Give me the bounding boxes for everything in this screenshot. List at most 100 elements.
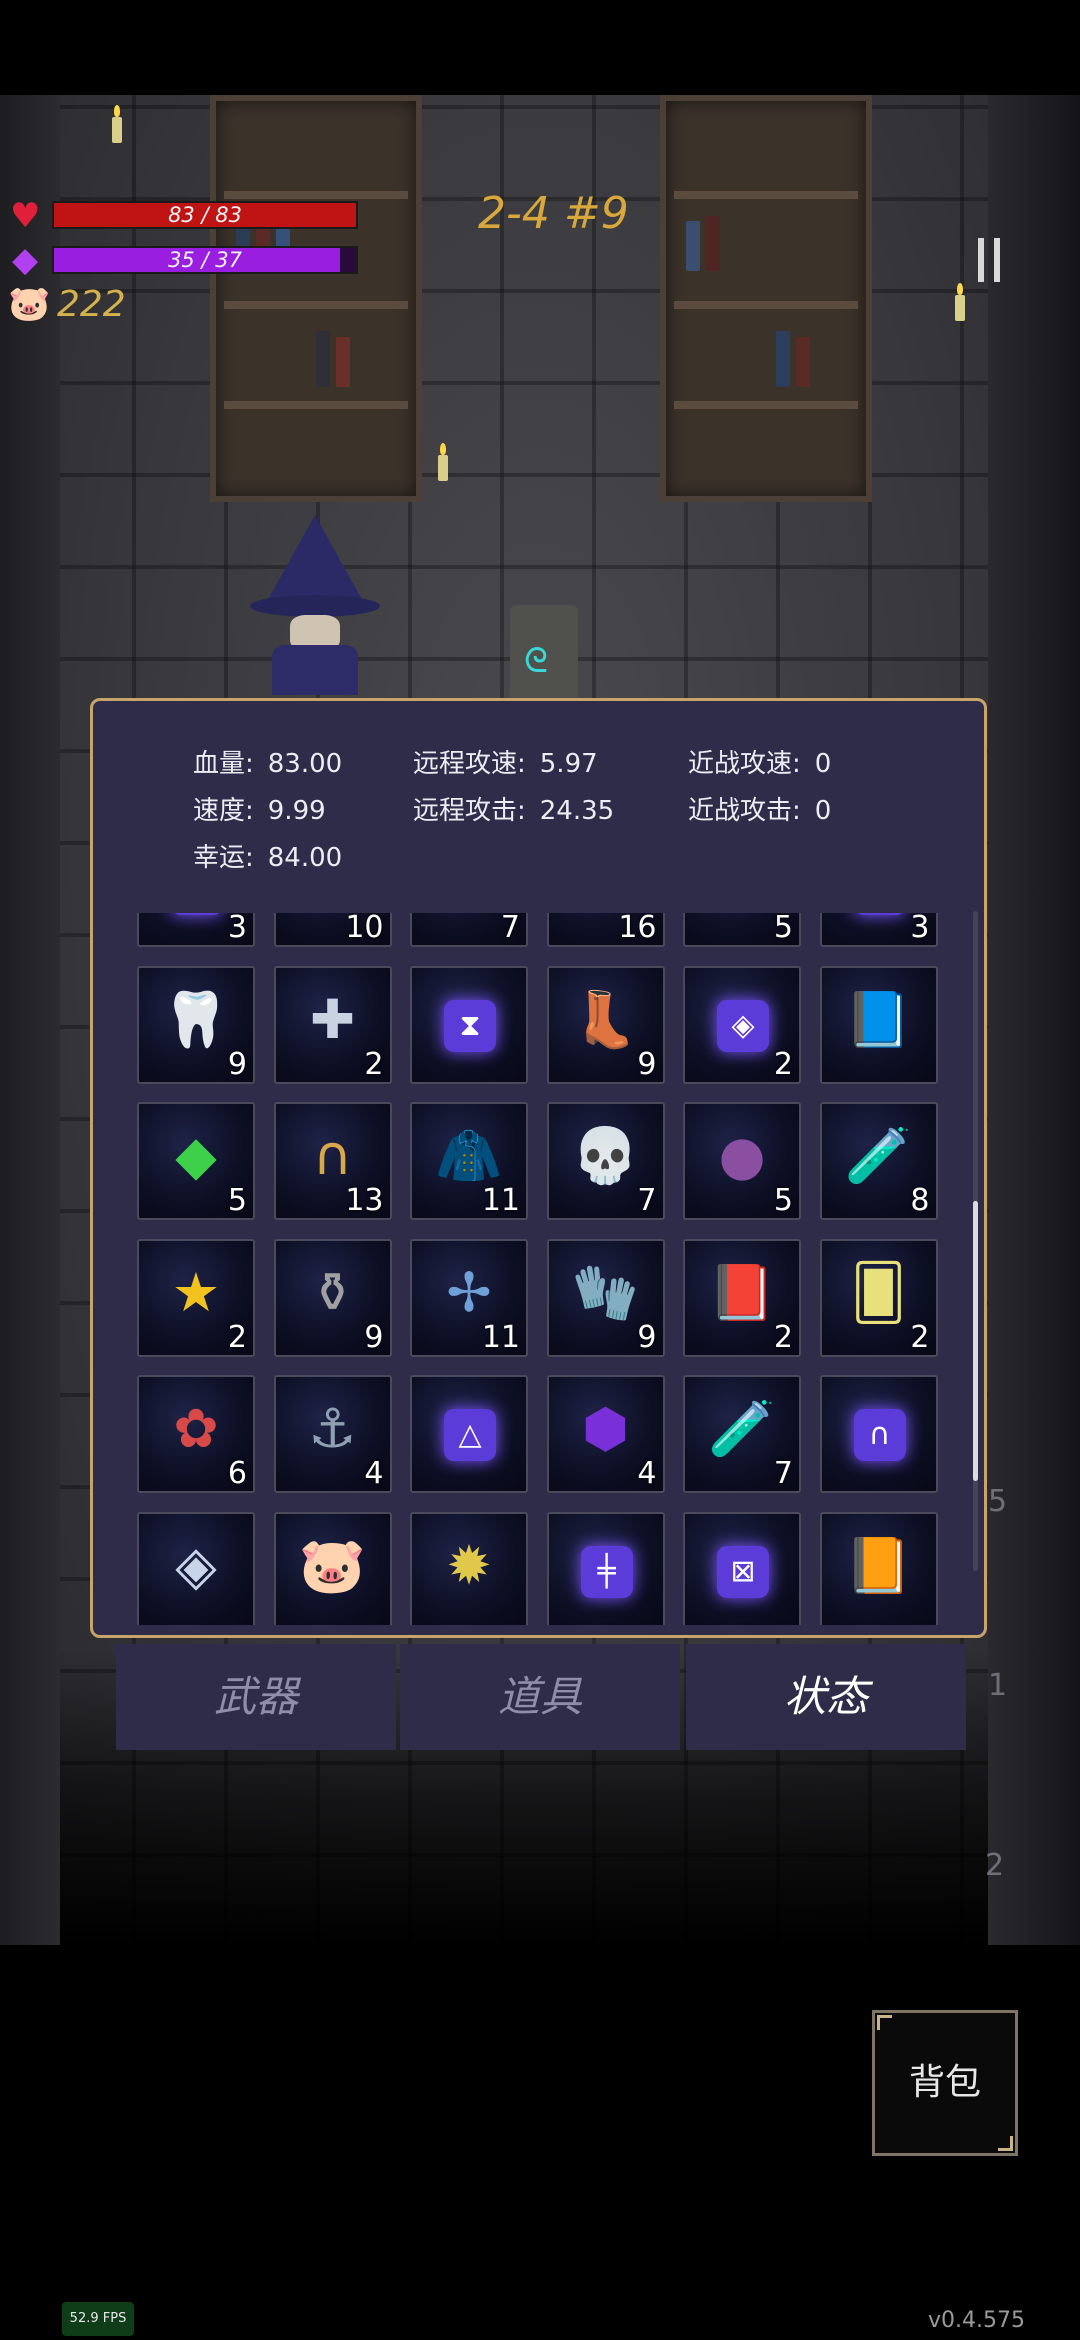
tab-items[interactable]: 道具 xyxy=(400,1644,680,1750)
inventory-slot[interactable]: 📕 2 xyxy=(683,1238,801,1357)
stat-value: 0 xyxy=(814,796,832,826)
stat-label: 远程攻击: xyxy=(413,796,526,826)
stat-label: 血量: xyxy=(193,749,254,779)
item-count: 3 xyxy=(910,913,930,945)
item-count: 5 xyxy=(227,1183,247,1218)
inventory-slot[interactable]: 🧥 11 xyxy=(410,1102,528,1220)
inventory-slot[interactable]: ⬢ 4 xyxy=(546,1375,665,1493)
stat-ranged-attack: 远程攻击: 24.35 xyxy=(413,790,614,827)
inventory-slot[interactable]: ⧗ xyxy=(410,965,528,1084)
item-count: 2 xyxy=(227,1319,247,1355)
inventory-slot[interactable]: ◆ 5 xyxy=(137,1102,255,1220)
inventory-slot[interactable]: ╪ xyxy=(546,1511,665,1625)
inventory-slot[interactable]: 💀 7 xyxy=(546,1102,665,1220)
inventory-slot[interactable]: 🪶5 xyxy=(683,913,801,947)
item-count: 7 xyxy=(500,913,520,945)
purple-boots-icon: 👢 xyxy=(571,987,640,1051)
candle xyxy=(112,105,122,143)
inventory-slot[interactable]: 🂠 2 xyxy=(819,1238,938,1357)
small-flask-icon: ⚱ xyxy=(309,1260,356,1324)
item-count: 5 xyxy=(773,1183,793,1218)
pause-button[interactable] xyxy=(976,238,1002,282)
spiral-icon: ᘓ xyxy=(524,641,548,681)
item-count: 9 xyxy=(637,1046,657,1082)
coin-count: 222 xyxy=(57,284,126,325)
stat-speed: 速度: 9.99 xyxy=(193,790,326,827)
item-count: 7 xyxy=(773,1456,793,1491)
fire-book-icon: 📕 xyxy=(708,1260,776,1324)
stat-value: 0 xyxy=(814,749,832,779)
item-count: 7 xyxy=(637,1183,657,1218)
item-count: 2 xyxy=(364,1046,384,1082)
stat-label: 近战攻速: xyxy=(688,749,801,779)
item-grid-viewport[interactable]: @3👢10🪨7🔻16🪶5@3🦷9✚2⧗👢9◈2📘◆5∩13🧥11💀7●5🧪8★2… xyxy=(137,913,967,1625)
hp-bar: 83 / 83 xyxy=(52,201,358,229)
teleport-pedestal[interactable]: ᘓ xyxy=(510,605,578,701)
inventory-slot[interactable]: ✚ 2 xyxy=(273,965,392,1084)
spiral-rune-icon: @ xyxy=(853,913,906,915)
inventory-slot[interactable]: ⚓ 4 xyxy=(273,1375,392,1493)
dice-icon: ◈ xyxy=(175,1533,217,1597)
inventory-slot[interactable]: @3 xyxy=(137,913,255,947)
inventory-slot[interactable]: 🔻16 xyxy=(546,913,665,947)
red-flower-icon: ✿ xyxy=(173,1397,219,1460)
inventory-slot[interactable]: 🐷 xyxy=(273,1511,392,1625)
mana-diamond-icon: ◆ xyxy=(12,240,39,280)
tab-weapons[interactable]: 武器 xyxy=(116,1644,396,1750)
inventory-slot[interactable]: ◈ 2 xyxy=(683,965,801,1084)
item-count: 3 xyxy=(227,913,247,945)
inventory-slot[interactable]: ● 5 xyxy=(683,1102,801,1220)
stat-melee-speed: 近战攻速: 0 xyxy=(688,743,831,780)
inventory-slot[interactable]: ✹ xyxy=(410,1511,528,1625)
inventory-slot[interactable]: 🦷 9 xyxy=(137,965,255,1084)
scrollbar-track[interactable] xyxy=(973,911,978,1571)
stat-label: 近战攻击: xyxy=(688,796,801,826)
inventory-slot[interactable]: 🪨7 xyxy=(410,913,528,947)
gloves-icon: 🧤 xyxy=(571,1260,640,1324)
item-count: 4 xyxy=(637,1456,657,1491)
inventory-slot[interactable]: 📘 xyxy=(819,965,938,1084)
stat-hp: 血量: 83.00 xyxy=(193,743,342,780)
inventory-slot[interactable]: 🧤 9 xyxy=(546,1238,665,1357)
item-count: 5 xyxy=(773,913,793,945)
candle xyxy=(955,283,965,321)
inventory-slot[interactable]: @3 xyxy=(819,913,938,947)
horseshoe-icon: ∩ xyxy=(312,1124,353,1187)
inventory-slot[interactable]: ∩ 13 xyxy=(273,1102,392,1220)
inventory-slot[interactable]: ✿ 6 xyxy=(137,1375,255,1493)
item-count: 11 xyxy=(481,1319,520,1355)
hourglass-rune-icon: ⧗ xyxy=(444,999,496,1052)
bookshelf-left xyxy=(210,95,422,502)
backpack-button[interactable]: 背包 xyxy=(872,2010,1018,2156)
item-count: 8 xyxy=(910,1183,930,1218)
inventory-slot[interactable]: ⊠ xyxy=(683,1511,801,1625)
holy-ring-icon: ✚ xyxy=(309,987,356,1051)
x-rune-icon: ⊠ xyxy=(717,1545,769,1598)
stage-label: 2-4 #9 xyxy=(478,188,629,239)
inventory-slot[interactable]: ⚱ 9 xyxy=(273,1238,392,1357)
item-count: 2 xyxy=(773,1046,793,1082)
side-counter: 5 xyxy=(988,1484,1008,1519)
item-count: 6 xyxy=(227,1456,247,1491)
item-count: 9 xyxy=(227,1046,247,1082)
tab-status[interactable]: 状态 xyxy=(686,1644,966,1750)
inventory-slot[interactable]: 🧪 7 xyxy=(683,1375,801,1493)
inventory-slot[interactable]: ✢ 11 xyxy=(410,1238,528,1357)
stat-label: 速度: xyxy=(193,796,254,826)
inventory-slot[interactable]: ★ 2 xyxy=(137,1238,255,1357)
inventory-slot[interactable]: ◈ xyxy=(137,1511,255,1625)
inventory-slot[interactable]: ∩ xyxy=(819,1375,938,1493)
inventory-slot[interactable]: 👢10 xyxy=(273,913,392,947)
bookshelf-right xyxy=(660,95,872,502)
inventory-slot[interactable]: 🧪 8 xyxy=(819,1102,938,1220)
item-count: 11 xyxy=(481,1183,520,1218)
stat-ranged-speed: 远程攻速: 5.97 xyxy=(413,743,598,780)
inventory-slot[interactable]: △ xyxy=(410,1375,528,1493)
stat-label: 远程攻速: xyxy=(413,749,526,779)
stat-melee-attack: 近战攻击: 0 xyxy=(688,790,831,827)
item-count: 16 xyxy=(618,913,657,945)
inventory-slot[interactable]: 📙 xyxy=(819,1511,938,1625)
mp-bar: 35 / 37 xyxy=(52,246,358,274)
scrollbar-thumb[interactable] xyxy=(973,1201,978,1481)
inventory-slot[interactable]: 👢 9 xyxy=(546,965,665,1084)
